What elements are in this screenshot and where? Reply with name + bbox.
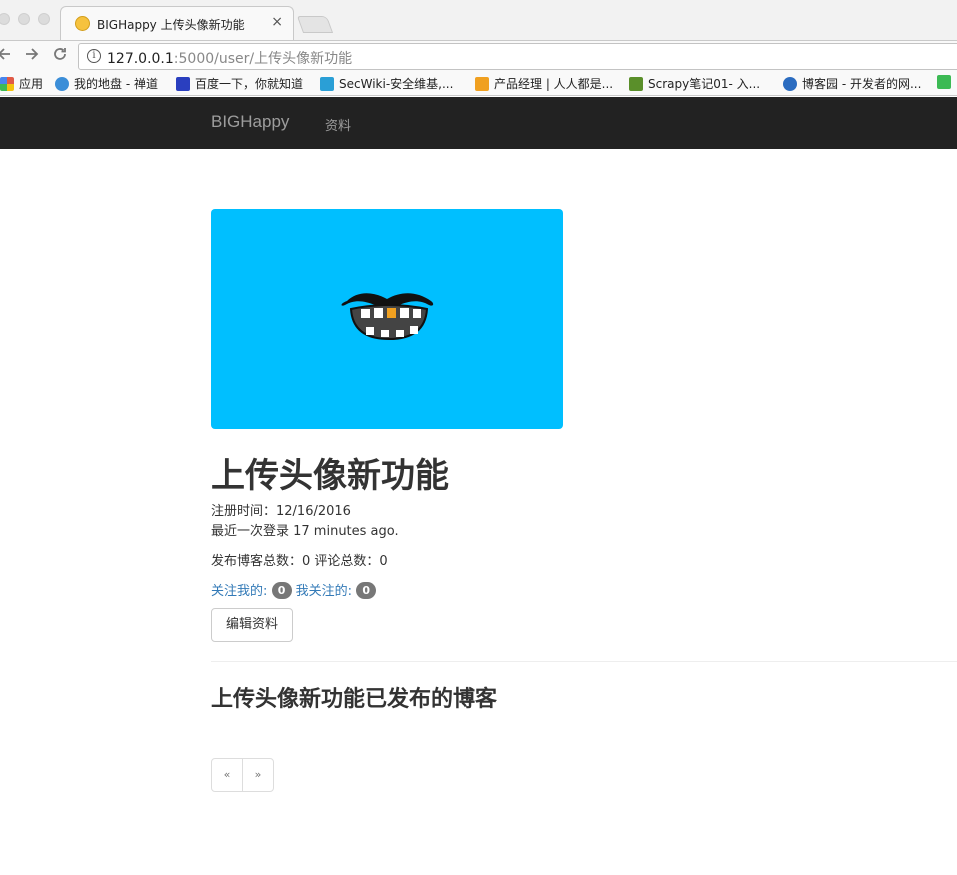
url-path: :5000/user/上传头像新功能 — [173, 51, 353, 67]
followers-link[interactable]: 关注我的: 0 — [211, 582, 292, 599]
browser-tab-strip: BIGHappy 上传头像新功能 × — [0, 0, 957, 40]
bookmark-label: Scrapy笔记01- 入... — [648, 77, 761, 91]
following-badge: 0 — [356, 582, 377, 599]
window-close-dot[interactable] — [0, 13, 10, 25]
follow-stats: 关注我的: 0 我关注的: 0 — [211, 580, 377, 599]
address-bar[interactable]: i 127.0.0.1:5000/user/上传头像新功能 — [78, 43, 957, 70]
info-icon[interactable]: i — [87, 49, 101, 63]
bookmark-label: 百度一下，你就知道 — [195, 77, 304, 91]
reload-icon[interactable] — [52, 46, 68, 66]
bookmark-scrapy[interactable]: Scrapy笔记01- 入... — [629, 75, 760, 92]
bookmark-label: 产品经理 | 人人都是... — [494, 77, 614, 91]
following-label: 我关注的: — [295, 584, 353, 599]
url-host: 127.0.0.1 — [107, 51, 174, 67]
favicon-icon — [75, 16, 90, 31]
bookmark-woshipm[interactable]: 产品经理 | 人人都是... — [475, 75, 613, 92]
bookmark-secwiki[interactable]: SecWiki-安全维基,... — [320, 75, 453, 92]
bookmark-label: 我的地盘 - 禅道 — [74, 77, 158, 91]
post-comment-counts: 发布博客总数：0 评论总数：0 — [211, 554, 388, 569]
g-icon — [937, 75, 951, 89]
nav-link-profile[interactable]: 资料 — [325, 115, 351, 134]
bookmark-baidu[interactable]: 百度一下，你就知道 — [176, 75, 303, 92]
new-tab-button[interactable] — [296, 16, 334, 33]
avatar-mouth-icon — [341, 293, 434, 341]
bookmark-overflow[interactable] — [937, 75, 956, 89]
bookmark-label: SecWiki-安全维基,... — [339, 77, 454, 91]
baidu-paw-icon — [176, 76, 190, 91]
browser-toolbar: i 127.0.0.1:5000/user/上传头像新功能 — [0, 40, 957, 72]
edit-profile-button[interactable]: 编辑资料 — [211, 608, 293, 642]
followers-label: 关注我的: — [211, 584, 268, 599]
divider — [211, 661, 957, 662]
pagination-prev-button[interactable]: « — [212, 759, 242, 791]
avatar — [211, 209, 563, 429]
last-seen: 最近一次登录 17 minutes ago. — [211, 524, 399, 539]
bookmark-label: 博客园 - 开发者的网... — [802, 77, 922, 91]
cnblogs-icon — [783, 76, 797, 91]
tab-title: BIGHappy 上传头像新功能 — [97, 18, 245, 32]
book-icon — [629, 76, 643, 91]
bookmark-apps[interactable]: 应用 — [0, 75, 43, 92]
bookmark-label: 应用 — [19, 77, 44, 91]
following-link[interactable]: 我关注的: 0 — [295, 582, 377, 599]
brand-link[interactable]: BIGHappy — [211, 112, 289, 132]
woshipm-icon — [475, 76, 489, 91]
forward-arrow-icon[interactable] — [24, 46, 40, 66]
apps-grid-icon — [0, 76, 14, 91]
bookmarks-bar: 应用 我的地盘 - 禅道 百度一下，你就知道 SecWiki-安全维基,... … — [0, 72, 957, 96]
page-title: 上传头像新功能 — [211, 456, 449, 496]
site-navbar: BIGHappy 资料 — [0, 97, 957, 149]
pagination: « » — [211, 758, 274, 792]
registered-date: 注册时间：12/16/2016 — [211, 504, 351, 519]
back-arrow-icon[interactable] — [0, 46, 12, 66]
secwiki-icon — [320, 76, 334, 91]
pagination-next-button[interactable]: » — [242, 759, 273, 791]
window-zoom-dot[interactable] — [38, 13, 50, 25]
posts-heading: 上传头像新功能已发布的博客 — [211, 687, 498, 712]
bookmark-cnblogs[interactable]: 博客园 - 开发者的网... — [783, 75, 921, 92]
window-minimize-dot[interactable] — [18, 13, 30, 25]
tab-close-icon[interactable]: × — [271, 14, 283, 30]
followers-badge: 0 — [271, 582, 292, 599]
url-text: 127.0.0.1:5000/user/上传头像新功能 — [107, 48, 352, 68]
browser-tab-active[interactable]: BIGHappy 上传头像新功能 × — [60, 6, 294, 40]
globe-icon — [55, 76, 69, 91]
bookmark-zentao[interactable]: 我的地盘 - 禅道 — [55, 75, 158, 92]
